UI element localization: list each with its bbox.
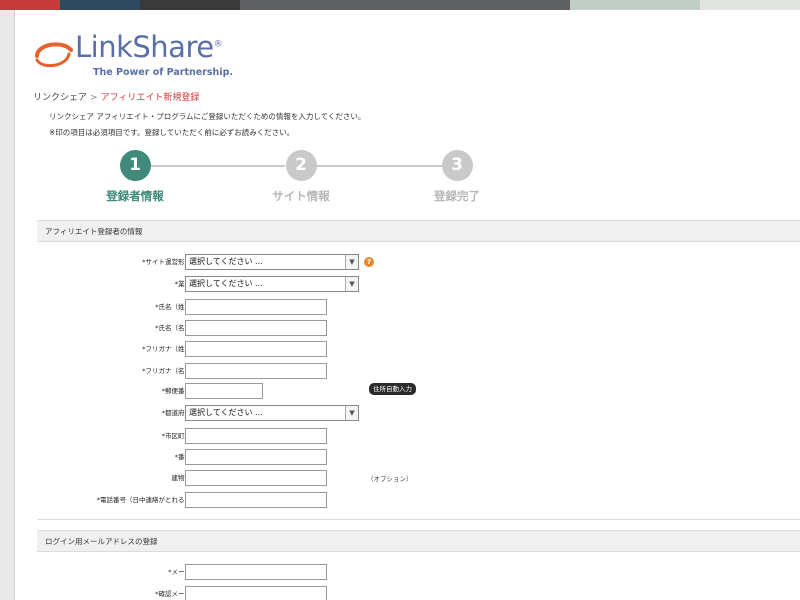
page: LinkShare® The Power of Partnership. リンク…	[14, 10, 800, 600]
email-confirm-input[interactable]	[185, 586, 327, 600]
chevron-down-icon: ▼	[345, 277, 358, 291]
field-label: *フリガナ（名）	[142, 367, 191, 375]
last-name-kana-input[interactable]	[185, 341, 327, 357]
step-label: 登録者情報	[106, 189, 164, 203]
form-row-first-name: *氏名（名）	[37, 320, 800, 336]
optional-note: （オプション）	[367, 475, 413, 483]
topbar-segment	[60, 0, 140, 10]
breadcrumb-separator: >	[90, 93, 98, 103]
prefecture-select[interactable]: 選択してください ... ▼	[185, 405, 359, 421]
step-number-badge: 2	[285, 150, 317, 181]
breadcrumb-home-link[interactable]: リンクシェア	[33, 93, 87, 103]
address-autofill-button[interactable]: 住所自動入力	[369, 383, 416, 395]
first-name-input[interactable]	[185, 320, 327, 336]
step-label: サイト情報	[272, 189, 330, 203]
form-row-site-type: *サイト運営形態 選択してください ... ▼ ?	[37, 254, 800, 270]
field-label: *フリガナ（姓）	[142, 345, 191, 353]
step-label: 登録完了	[434, 189, 480, 203]
phone-input[interactable]	[185, 492, 327, 508]
city-input[interactable]	[185, 428, 327, 444]
step-3: 3 登録完了	[407, 150, 507, 204]
form-row-email: *メール	[37, 564, 800, 580]
top-color-bar	[0, 0, 800, 10]
section-login-email-form: *メール *確認メール	[37, 552, 800, 600]
topbar-segment	[0, 0, 60, 10]
intro-line: リンクシェア アフィリエイト・プログラムにご登録いただくための情報を入力してくだ…	[49, 112, 366, 121]
form-row-building: 建物名 （オプション）	[37, 470, 800, 486]
form-row-postal-code: *郵便番号 住所自動入力	[37, 383, 800, 399]
step-number-badge: 3	[441, 150, 473, 181]
step-number-badge: 1	[119, 150, 151, 181]
breadcrumb: リンクシェア > アフィリエイト新規登録	[33, 90, 199, 103]
form-row-email-confirm: *確認メール	[37, 586, 800, 600]
field-label: *サイト運営形態	[142, 258, 191, 266]
form-row-prefecture: *都道府県 選択してください ... ▼	[37, 405, 800, 421]
topbar-segment	[700, 0, 800, 10]
step-2: 2 サイト情報	[251, 150, 351, 204]
intro-line: ※印の項目は必須項目です。登録していただく前に必ずお読みください。	[49, 128, 295, 137]
topbar-segment	[570, 0, 700, 10]
industry-select[interactable]: 選択してください ... ▼	[185, 276, 359, 292]
topbar-segment	[140, 0, 240, 10]
email-input[interactable]	[185, 564, 327, 580]
step-1: 1 登録者情報	[85, 150, 185, 204]
logo-tagline: The Power of Partnership.	[93, 67, 233, 78]
form-row-last-name-kana: *フリガナ（姓）	[37, 341, 800, 357]
building-input[interactable]	[185, 470, 327, 486]
postal-code-input[interactable]	[185, 383, 263, 399]
section-registrant-form: *サイト運営形態 選択してください ... ▼ ? *業種 選択してください ..…	[37, 242, 800, 520]
field-label: *電話番号（日中連絡がとれる）	[96, 496, 191, 504]
progress-steps: 1 登録者情報 2 サイト情報 3 登録完了	[85, 150, 505, 220]
chevron-down-icon: ▼	[345, 406, 358, 420]
section-header-login-email: ログイン用メールアドレスの登録	[37, 530, 800, 552]
form-row-last-name: *氏名（姓）	[37, 299, 800, 315]
linkshare-logo[interactable]: LinkShare® The Power of Partnership.	[33, 24, 253, 84]
topbar-segment	[240, 0, 570, 10]
help-icon[interactable]: ?	[364, 257, 374, 267]
chevron-down-icon: ▼	[345, 255, 358, 269]
breadcrumb-current: アフィリエイト新規登録	[100, 93, 200, 103]
section-header-registrant: アフィリエイト登録者の情報	[37, 220, 800, 242]
form-row-first-name-kana: *フリガナ（名）	[37, 363, 800, 379]
intro-text: リンクシェア アフィリエイト・プログラムにご登録いただくための情報を入力してくだ…	[49, 109, 365, 141]
form-row-phone: *電話番号（日中連絡がとれる）	[37, 492, 800, 508]
last-name-input[interactable]	[185, 299, 327, 315]
logo-wordmark: LinkShare®	[75, 30, 223, 64]
street-input[interactable]	[185, 449, 327, 465]
form-row-industry: *業種 選択してください ... ▼	[37, 276, 800, 292]
form-row-street: *番地	[37, 449, 800, 465]
form-row-city: *市区町村	[37, 428, 800, 444]
site-type-select[interactable]: 選択してください ... ▼	[185, 254, 359, 270]
logo-swoosh-icon	[35, 42, 73, 68]
first-name-kana-input[interactable]	[185, 363, 327, 379]
